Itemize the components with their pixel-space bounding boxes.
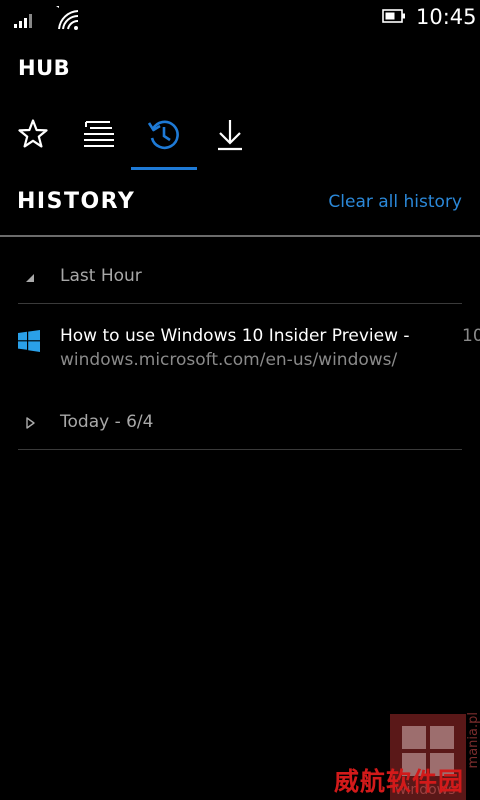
watermark-side-text: mania.pl <box>466 712 480 769</box>
watermark-chinese-text: 威航软件园 <box>334 767 465 796</box>
pivot-reading-list[interactable] <box>66 112 132 170</box>
battery-icon <box>382 9 405 23</box>
reading-list-icon <box>84 121 114 147</box>
history-item-url: windows.microsoft.com/en-us/windows/ <box>60 350 398 370</box>
history-icon <box>147 120 179 150</box>
caret-collapsed-icon <box>26 417 35 429</box>
history-heading: HISTORY <box>17 189 136 214</box>
history-item-time: 10 <box>462 326 480 346</box>
group-divider <box>18 449 462 450</box>
wifi-icon <box>56 6 79 30</box>
history-group-label: Today - 6/4 <box>60 412 154 432</box>
history-group-last-hour[interactable]: Last Hour <box>18 256 462 304</box>
signal-strength-icon <box>14 14 32 28</box>
status-clock: 10:45 <box>416 5 477 29</box>
pivot-history[interactable] <box>131 112 197 170</box>
download-icon <box>218 120 242 151</box>
status-bar: 10:45 <box>0 0 480 36</box>
history-group-today[interactable]: Today - 6/4 <box>18 402 462 450</box>
history-item[interactable]: How to use Windows 10 Insider Preview - … <box>18 326 480 382</box>
history-item-title: How to use Windows 10 Insider Preview - <box>60 326 410 346</box>
star-icon <box>18 119 48 148</box>
hub-pivot-bar <box>0 112 480 172</box>
header-divider <box>0 235 480 237</box>
hub-title: HUB <box>18 56 71 80</box>
windows-logo-icon <box>18 330 40 352</box>
pivot-favorites[interactable] <box>0 112 66 170</box>
pivot-downloads[interactable] <box>197 112 263 170</box>
history-group-label: Last Hour <box>60 266 142 286</box>
group-divider <box>18 303 462 304</box>
caret-expanded-icon <box>26 274 34 282</box>
clear-all-history-link[interactable]: Clear all history <box>328 192 462 212</box>
